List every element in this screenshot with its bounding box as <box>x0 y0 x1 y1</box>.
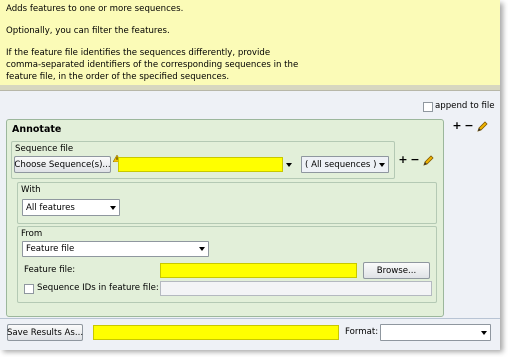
annotate-group: Annotate Sequence file Choose Sequence(s… <box>6 119 444 317</box>
help-text-line: feature file, in the order of the specif… <box>6 72 230 82</box>
feature-source-select[interactable]: Feature file <box>22 241 209 257</box>
chevron-down-icon <box>379 162 385 167</box>
chevron-down-icon <box>481 330 487 335</box>
annotate-dialog: Adds features to one or more sequences. … <box>0 0 500 350</box>
feature-file-label: Feature file: <box>24 265 76 275</box>
sequence-field[interactable] <box>118 157 283 172</box>
format-select[interactable] <box>380 324 491 341</box>
with-group: With All features <box>17 182 437 224</box>
append-to-file-label: append to file <box>435 101 495 111</box>
chevron-down-icon <box>286 163 292 167</box>
features-filter-value: All features <box>26 202 75 213</box>
chevron-down-icon <box>199 247 205 251</box>
save-results-button[interactable]: Save Results As... <box>7 324 83 341</box>
minus-icon[interactable]: − <box>410 154 420 165</box>
sequence-subset-select[interactable]: ( All sequences ) <box>301 156 389 173</box>
help-text-line: Optionally, you can filter the features. <box>6 26 170 36</box>
help-panel: Adds features to one or more sequences. … <box>0 0 500 86</box>
plus-icon[interactable]: + <box>398 154 408 165</box>
feature-source-value: Feature file <box>26 244 75 254</box>
pencil-icon[interactable] <box>423 155 434 166</box>
minus-icon[interactable]: − <box>464 120 474 131</box>
sequence-field-dropdown[interactable] <box>283 157 295 172</box>
main-panel: append to file + − Annotate Sequence fil… <box>0 91 500 318</box>
help-text-line: comma-separated identifiers of the corre… <box>6 60 299 70</box>
help-text-line: Adds features to one or more sequences. <box>6 4 184 14</box>
append-to-file-checkbox[interactable] <box>423 102 433 112</box>
with-label: With <box>21 185 41 195</box>
sequence-ids-label: Sequence IDs in feature file: <box>37 283 159 293</box>
sequence-ids-checkbox[interactable] <box>24 284 34 294</box>
output-file-input[interactable] <box>93 325 339 340</box>
format-label: Format: <box>345 327 379 337</box>
choose-sequences-button[interactable]: Choose Sequence(s)... <box>14 156 111 173</box>
from-label: From <box>21 229 43 239</box>
output-bar: Save Results As... Format: <box>0 318 500 350</box>
sequence-subset-value: ( All sequences ) <box>305 159 377 170</box>
sequence-file-label: Sequence file <box>15 144 74 154</box>
sequence-ids-input[interactable] <box>160 281 432 296</box>
chevron-down-icon <box>110 205 116 210</box>
help-text-line: If the feature file identifies the seque… <box>6 48 271 58</box>
pencil-icon[interactable] <box>477 121 488 132</box>
from-group: From Feature file Feature file: Browse..… <box>17 226 437 303</box>
browse-button[interactable]: Browse... <box>363 262 430 279</box>
features-filter-select[interactable]: All features <box>22 199 120 216</box>
plus-icon[interactable]: + <box>452 120 462 131</box>
annotate-title: Annotate <box>12 124 62 135</box>
sequence-file-group: Sequence file Choose Sequence(s)... ( Al… <box>11 141 395 179</box>
feature-file-input[interactable] <box>160 263 357 278</box>
